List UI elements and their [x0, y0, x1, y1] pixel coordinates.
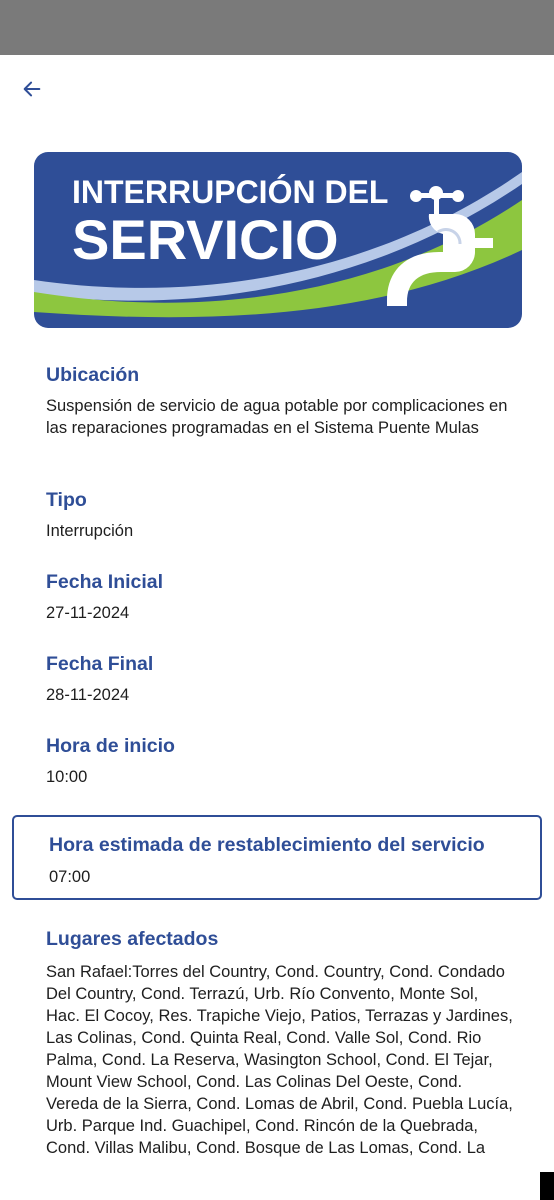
bottom-corner — [540, 1172, 554, 1200]
lugares-value: San Rafael:Torres del Country, Cond. Cou… — [46, 963, 513, 1157]
app-bar — [0, 55, 554, 125]
hora-inicio-section: Hora de inicio 10:00 — [46, 734, 516, 788]
banner-title-line1: INTERRUPCIÓN DEL — [72, 174, 388, 210]
fecha-inicial-section: Fecha Inicial 27-11-2024 — [46, 570, 516, 624]
ubicacion-section: Ubicación Suspensión de servicio de agua… — [46, 363, 516, 439]
arrow-left-icon — [23, 81, 41, 97]
back-button[interactable] — [14, 71, 50, 107]
bottom-strip — [0, 1172, 554, 1200]
service-interruption-banner: INTERRUPCIÓN DEL SERVICIO — [34, 152, 522, 328]
lugares-label: Lugares afectados — [46, 928, 219, 950]
tipo-label: Tipo — [46, 489, 87, 511]
ubicacion-value: Suspensión de servicio de agua potable p… — [46, 397, 508, 437]
banner-title-line2: SERVICIO — [72, 208, 339, 271]
lugares-section: Lugares afectados San Rafael:Torres del … — [46, 927, 516, 1159]
hora-restablecimiento-card: Hora estimada de restablecimiento del se… — [12, 815, 542, 900]
fecha-inicial-value: 27-11-2024 — [46, 604, 130, 622]
hora-inicio-value: 10:00 — [46, 768, 88, 786]
fecha-inicial-label: Fecha Inicial — [46, 571, 164, 593]
fecha-final-value: 28-11-2024 — [46, 686, 130, 704]
status-bar — [0, 0, 554, 55]
ubicacion-label: Ubicación — [46, 364, 140, 386]
tipo-section: Tipo Interrupción — [46, 488, 516, 542]
hora-restablecimiento-label: Hora estimada de restablecimiento del se… — [49, 834, 485, 856]
hora-inicio-label: Hora de inicio — [46, 735, 175, 757]
tipo-value: Interrupción — [46, 522, 134, 540]
fecha-final-label: Fecha Final — [46, 653, 154, 675]
fecha-final-section: Fecha Final 28-11-2024 — [46, 652, 516, 706]
hora-restablecimiento-value: 07:00 — [49, 868, 91, 886]
